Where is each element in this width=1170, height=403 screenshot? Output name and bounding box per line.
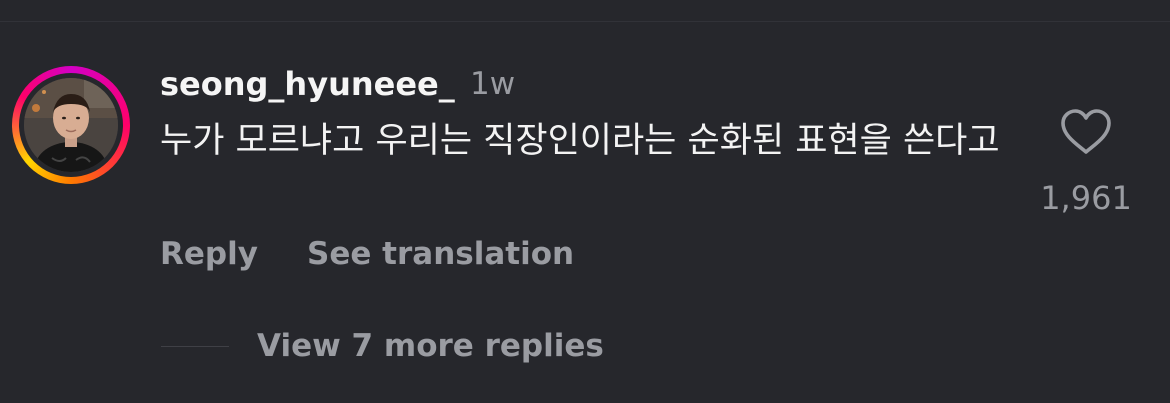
top-divider xyxy=(0,21,1170,22)
comment-timestamp: 1w xyxy=(470,66,516,102)
view-more-replies-button[interactable]: View 7 more replies xyxy=(257,325,604,367)
avatar-story-ring[interactable] xyxy=(12,66,130,184)
avatar-photo xyxy=(24,78,118,172)
comment-username[interactable]: seong_hyuneee_ xyxy=(160,64,455,104)
see-translation-button[interactable]: See translation xyxy=(307,233,574,275)
replies-divider-line xyxy=(161,346,229,347)
reply-button[interactable]: Reply xyxy=(160,233,258,275)
like-count: 1,961 xyxy=(1040,179,1132,217)
avatar[interactable] xyxy=(24,78,118,172)
heart-outline-icon[interactable] xyxy=(1060,108,1112,156)
comment-text: 누가 모르냐고 우리는 직장인이라는 순화된 표현을 쓴다고 xyxy=(160,121,1000,161)
